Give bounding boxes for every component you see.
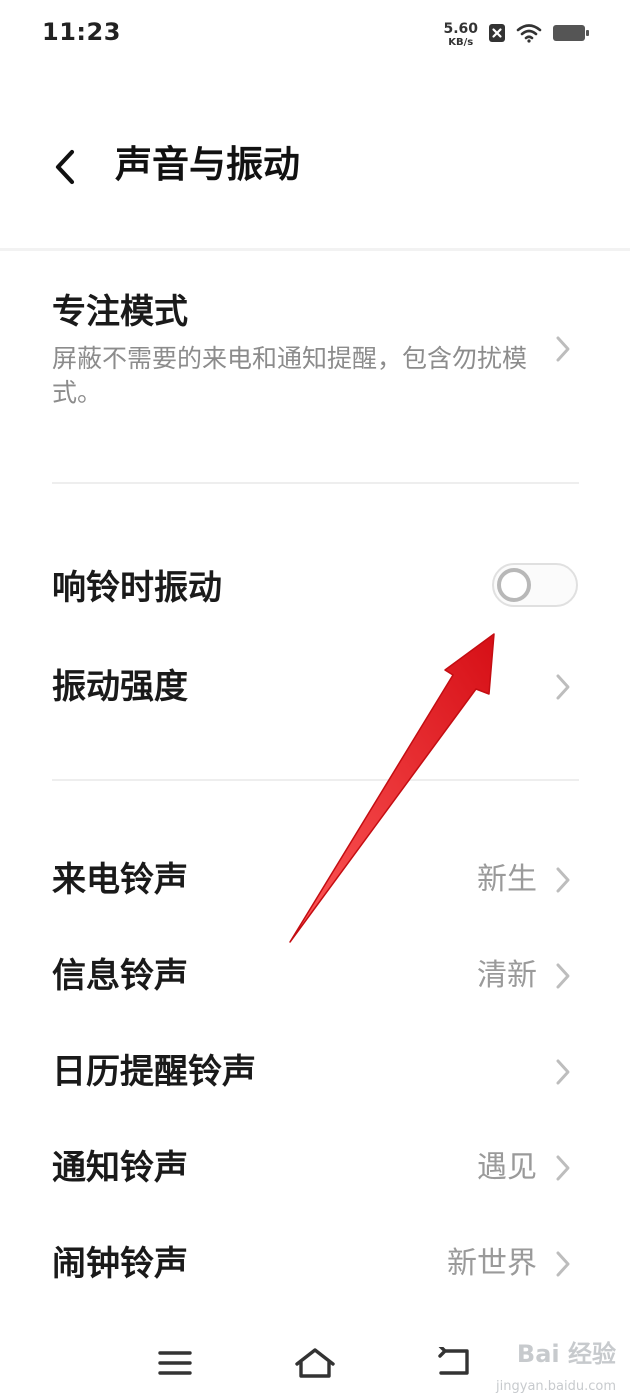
back-button[interactable] [40,142,90,192]
home-button[interactable] [285,1338,345,1388]
chevron-left-icon [55,149,75,185]
ring-vibrate-toggle[interactable] [492,563,578,607]
vibration-intensity-label: 振动强度 [52,667,188,707]
chevron-right-icon [552,863,574,897]
chevron-right-icon [552,1151,574,1185]
ringtone-value: 清新 [477,958,537,993]
focus-mode-title: 专注模式 [52,292,188,332]
focus-mode-subtitle: 屏蔽不需要的来电和通知提醒，包含勿扰模式。 [52,344,528,407]
ring-vibrate-label: 响铃时振动 [52,568,222,608]
ringtone-value: 遇见 [477,1150,537,1185]
network-speed: 5.60 KB/s [443,22,478,48]
toggle-knob [497,568,531,602]
page-title: 声音与振动 [115,143,300,186]
ringtone-value: 新世界 [447,1246,537,1281]
chevron-right-icon [552,959,574,993]
wifi-icon [516,23,542,47]
section-divider [52,779,579,781]
ringtone-label: 日历提醒铃声 [52,1052,256,1092]
menu-icon [158,1351,192,1375]
ringtone-label: 信息铃声 [52,956,188,996]
home-icon [295,1348,335,1378]
notification-muted-icon [488,23,506,47]
section-divider [52,482,579,484]
ringtone-item-alarm[interactable]: 闹钟铃声 新世界 [0,1220,630,1310]
network-speed-value: 5.60 [443,21,478,37]
focus-mode-item[interactable]: 专注模式 屏蔽不需要的来电和通知提醒，包含勿扰模式。 [0,270,630,450]
back-icon [438,1347,469,1375]
battery-icon [552,23,590,47]
ringtone-label: 闹钟铃声 [52,1244,188,1284]
chevron-right-icon [552,670,574,704]
ringtone-item-incoming-call[interactable]: 来电铃声 新生 [0,836,630,926]
chevron-right-icon [552,1247,574,1281]
menu-button[interactable] [145,1338,205,1388]
header-divider [0,248,630,251]
chevron-right-icon [552,332,574,366]
chevron-right-icon [552,1055,574,1089]
network-speed-unit: KB/s [448,37,474,48]
ringtone-item-calendar[interactable]: 日历提醒铃声 [0,1028,630,1118]
status-icons: 5.60 KB/s [443,18,590,52]
ringtone-item-notification[interactable]: 通知铃声 遇见 [0,1124,630,1214]
system-nav-bar [0,1320,630,1400]
ringtone-value: 新生 [477,862,537,897]
status-bar: 11:23 5.60 KB/s [0,0,630,70]
ringtone-item-message[interactable]: 信息铃声 清新 [0,932,630,1022]
ringtone-label: 来电铃声 [52,860,188,900]
vibration-intensity-item[interactable]: 振动强度 [0,643,630,733]
nav-back-button[interactable] [425,1338,485,1388]
ringtone-label: 通知铃声 [52,1148,188,1188]
status-time: 11:23 [42,18,121,46]
page-header: 声音与振动 [0,110,630,220]
